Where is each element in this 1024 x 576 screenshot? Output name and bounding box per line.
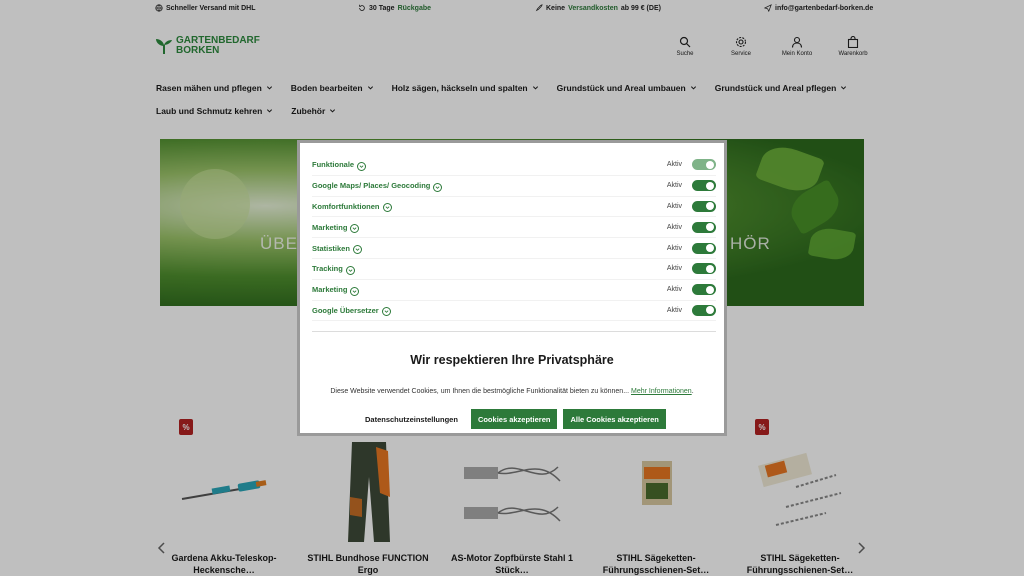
cookie-toggle-tracking[interactable] [692,263,716,275]
privacy-settings-button[interactable]: Datenschutzeinstellungen [358,409,465,429]
cookie-consent-modal: Funktionale Aktiv Google Maps/ Places/ G… [297,140,727,436]
cookie-status: Aktiv [666,242,716,254]
cookie-category-name[interactable]: Google Übersetzer [312,304,391,317]
cookie-category-label: Google Übersetzer [312,305,379,315]
modal-divider [312,331,716,332]
cookie-toggle-marketing-2[interactable] [692,284,716,296]
cookie-row-google-maps: Google Maps/ Places/ Geocoding Aktiv [312,176,716,197]
cookie-category-label: Marketing [312,222,348,232]
cookie-row-statistics: Statistiken Aktiv [312,238,716,259]
cookie-status: Aktiv [666,221,716,233]
cookie-category-name[interactable]: Marketing [312,221,360,234]
cookie-status: Aktiv [666,263,716,275]
cookie-category-name[interactable]: Funktionale [312,159,367,171]
cookie-toggle-comfort[interactable] [692,200,716,212]
status-label: Aktiv [666,244,682,252]
status-label: Aktiv [666,161,682,169]
modal-description-text: Diese Website verwendet Cookies, um Ihne… [330,388,630,395]
cookie-status: Aktiv [666,304,716,316]
cookie-category-name[interactable]: Statistiken [312,242,362,255]
cookie-category-label: Google Maps/ Places/ Geocoding [312,181,431,191]
cookie-row-functional: Funktionale Aktiv [312,155,716,176]
expand-chevron-icon[interactable] [357,161,367,171]
modal-button-row: Datenschutzeinstellungen Cookies akzepti… [358,409,666,429]
cookie-status: Aktiv [666,284,716,296]
cookie-toggle-google-maps[interactable] [692,180,716,192]
more-info-link[interactable]: Mehr Informationen [631,388,692,395]
status-label: Aktiv [666,265,682,273]
status-label: Aktiv [666,202,682,210]
accept-all-cookies-button[interactable]: Alle Cookies akzeptieren [563,409,666,429]
cookie-status: Aktiv [666,159,716,171]
cookie-toggle-marketing[interactable] [692,221,716,233]
cookie-row-google-translate: Google Übersetzer Aktiv [312,301,716,322]
expand-chevron-icon[interactable] [345,265,355,275]
expand-chevron-icon[interactable] [350,286,360,296]
accept-cookies-button[interactable]: Cookies akzeptieren [470,409,558,429]
cookie-row-comfort: Komfortfunktionen Aktiv [312,197,716,218]
expand-chevron-icon[interactable] [382,203,392,213]
status-label: Aktiv [666,182,682,190]
cookie-category-label: Marketing [312,285,348,295]
cookie-category-label: Statistiken [312,243,350,253]
cookie-category-name[interactable]: Komfortfunktionen [312,200,392,213]
cookie-category-name[interactable]: Tracking [312,263,355,275]
cookie-row-marketing: Marketing Aktiv [312,217,716,239]
cookie-toggle-google-translate[interactable] [692,304,716,316]
cookie-status: Aktiv [666,200,716,212]
cookie-status: Aktiv [666,180,716,192]
cookie-category-label: Tracking [312,264,343,274]
cookie-category-list: Funktionale Aktiv Google Maps/ Places/ G… [312,155,716,322]
cookie-toggle-statistics[interactable] [692,242,716,254]
expand-chevron-icon[interactable] [352,245,362,255]
status-label: Aktiv [666,223,682,231]
expand-chevron-icon[interactable] [433,182,443,192]
cookie-category-name[interactable]: Marketing [312,284,360,296]
expand-chevron-icon[interactable] [350,224,360,234]
cookie-toggle-functional [692,159,716,171]
cookie-category-label: Funktionale [312,160,355,170]
modal-description: Diese Website verwendet Cookies, um Ihne… [330,388,694,395]
cookie-row-marketing-2: Marketing Aktiv [312,280,716,301]
cookie-row-tracking: Tracking Aktiv [312,259,716,280]
cookie-category-name[interactable]: Google Maps/ Places/ Geocoding [312,180,443,192]
expand-chevron-icon[interactable] [381,307,391,317]
status-label: Aktiv [666,306,682,314]
cookie-category-label: Komfortfunktionen [312,201,380,211]
status-label: Aktiv [666,286,682,294]
modal-title: Wir respektieren Ihre Privatsphäre [410,353,614,367]
